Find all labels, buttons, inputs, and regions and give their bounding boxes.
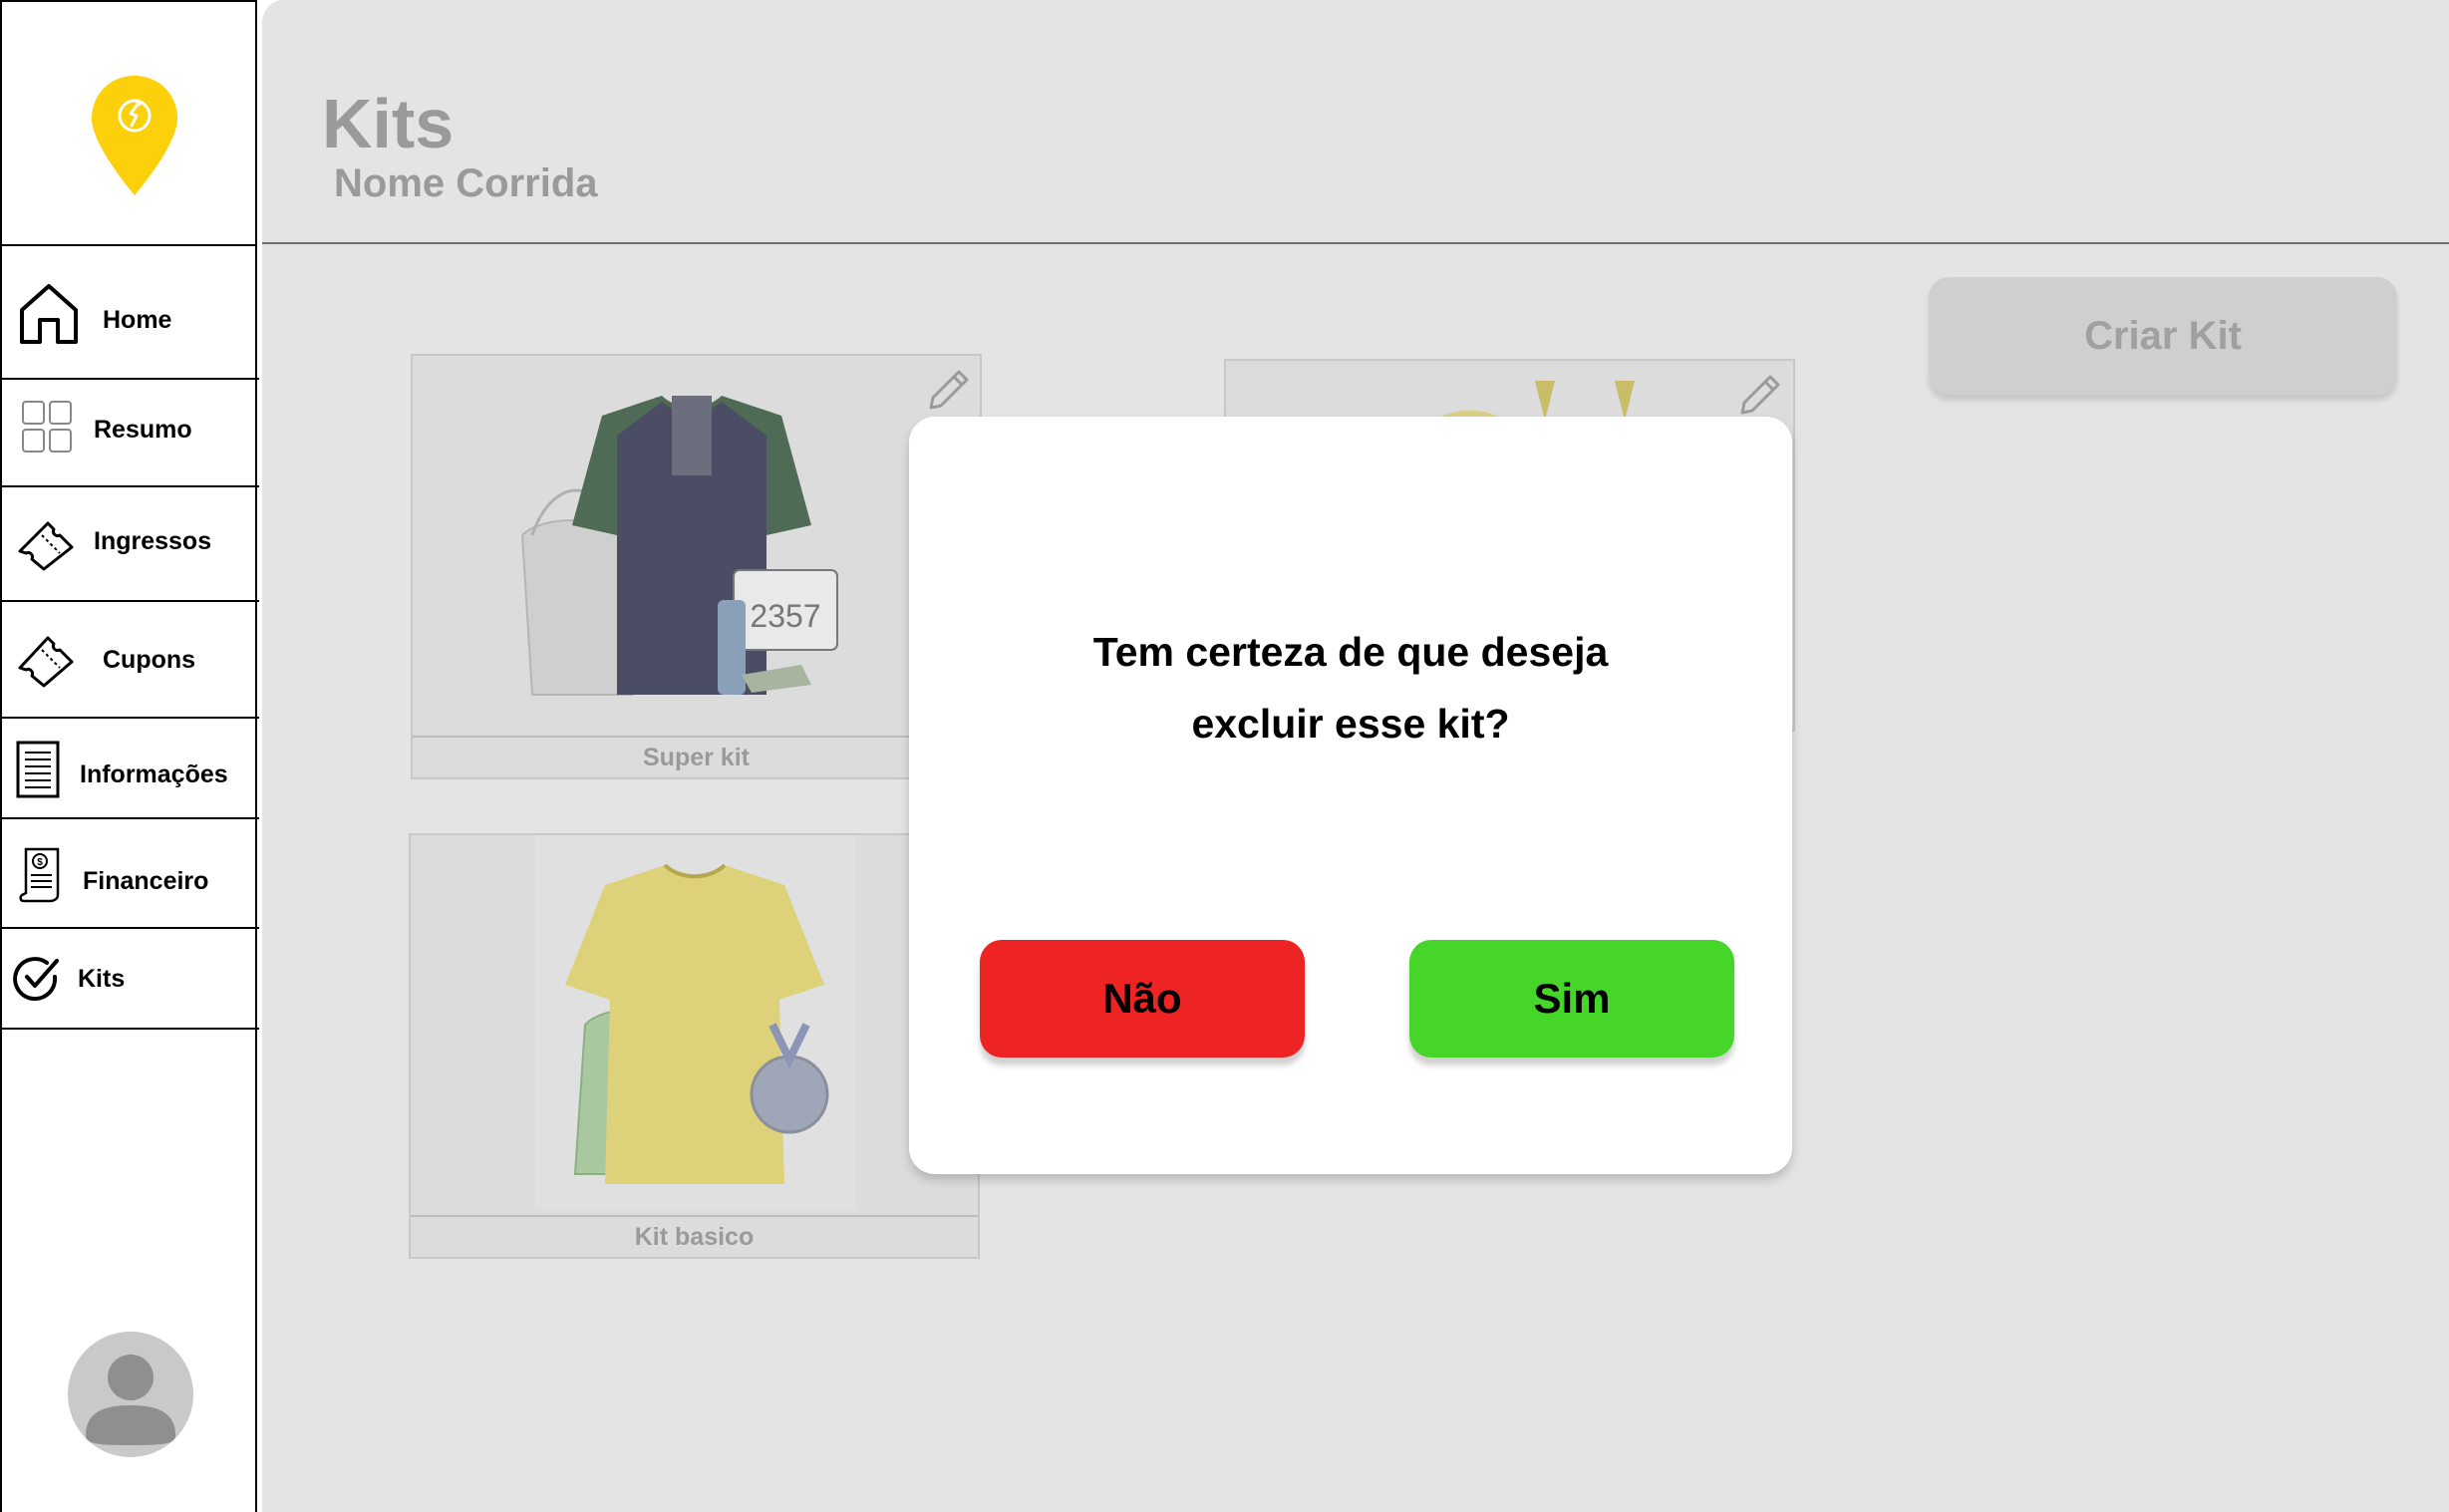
sidebar-item-kits[interactable]: Kits <box>2 929 259 1030</box>
dialog-message: Tem certeza de que deseja excluir esse k… <box>909 616 1792 759</box>
page-subtitle: Nome Corrida <box>334 161 598 205</box>
user-silhouette-icon <box>86 1355 175 1445</box>
sidebar-item-label: Informações <box>80 760 228 788</box>
sidebar-item-label: Financeiro <box>83 867 209 895</box>
document-icon <box>16 741 60 798</box>
home-icon <box>20 284 78 344</box>
kit-name: Kit basico <box>411 1215 978 1257</box>
page-title: Kits <box>322 85 455 162</box>
ticket-icon <box>18 521 74 571</box>
sidebar-item-resumo[interactable]: Resumo <box>2 380 259 487</box>
kit-name: Super kit <box>413 736 980 777</box>
sidebar-item-label: Resumo <box>94 416 192 444</box>
cancel-button[interactable]: Não <box>980 940 1305 1058</box>
sidebar-item-label: Kits <box>78 965 126 993</box>
coupon-icon <box>18 636 74 688</box>
sidebar-item-label: Ingressos <box>94 527 212 555</box>
sidebar: Home Resumo Ingressos Cupons Informações… <box>0 0 259 1512</box>
confirm-button[interactable]: Sim <box>1409 940 1734 1058</box>
logo-area <box>2 2 257 246</box>
header-divider <box>262 242 2449 244</box>
sidebar-item-informacoes[interactable]: Informações <box>2 719 259 819</box>
check-circle-icon <box>13 957 59 1002</box>
dialog-message-line-1: Tem certeza de que deseja <box>1092 629 1609 675</box>
svg-text:2357: 2357 <box>750 598 820 634</box>
edit-pencil-icon[interactable] <box>1734 371 1784 421</box>
sidebar-item-cupons[interactable]: Cupons <box>2 602 259 719</box>
receipt-icon: $ <box>19 847 60 903</box>
sidebar-item-ingressos[interactable]: Ingressos <box>2 487 259 602</box>
location-pin-logo-icon <box>92 76 177 195</box>
edit-pencil-icon[interactable] <box>923 366 973 416</box>
sidebar-item-financeiro[interactable]: $ Financeiro <box>2 819 259 929</box>
delete-kit-dialog: Tem certeza de que deseja excluir esse k… <box>909 417 1792 1174</box>
create-kit-button[interactable]: Criar Kit <box>1929 277 2397 395</box>
dialog-message-line-2: excluir esse kit? <box>1191 701 1510 747</box>
sidebar-item-label: Cupons <box>103 646 196 674</box>
sidebar-item-label: Home <box>103 306 172 334</box>
kit-card[interactable]: Kit basico <box>409 833 980 1259</box>
svg-text:$: $ <box>37 857 43 868</box>
tshirt-kit-image: 2357 <box>520 396 838 696</box>
kit-card[interactable]: 2357 Super kit <box>411 354 982 779</box>
yellow-tshirt-kit-image <box>565 863 829 1184</box>
page: Home Resumo Ingressos Cupons Informações… <box>0 0 2449 1512</box>
sidebar-item-home[interactable]: Home <box>2 246 259 380</box>
user-avatar-icon[interactable] <box>68 1332 193 1457</box>
grid-icon <box>22 401 72 453</box>
